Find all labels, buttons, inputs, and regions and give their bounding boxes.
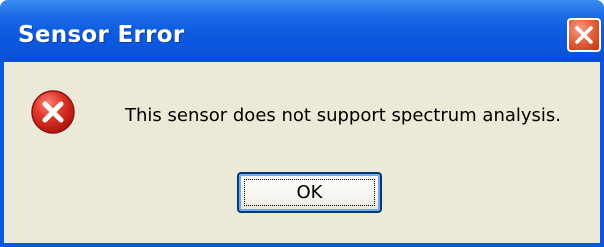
ok-button-label: OK: [296, 182, 323, 203]
ok-button[interactable]: OK: [237, 172, 382, 213]
error-icon: [31, 90, 75, 134]
close-button[interactable]: [567, 18, 601, 52]
close-icon: [575, 26, 593, 44]
dialog-window: Sensor Error This sensor does not suppor…: [0, 0, 604, 247]
window-title: Sensor Error: [18, 22, 185, 48]
error-message: This sensor does not support spectrum an…: [125, 105, 562, 126]
title-bar[interactable]: Sensor Error: [0, 0, 604, 62]
dialog-body: This sensor does not support spectrum an…: [4, 62, 600, 243]
